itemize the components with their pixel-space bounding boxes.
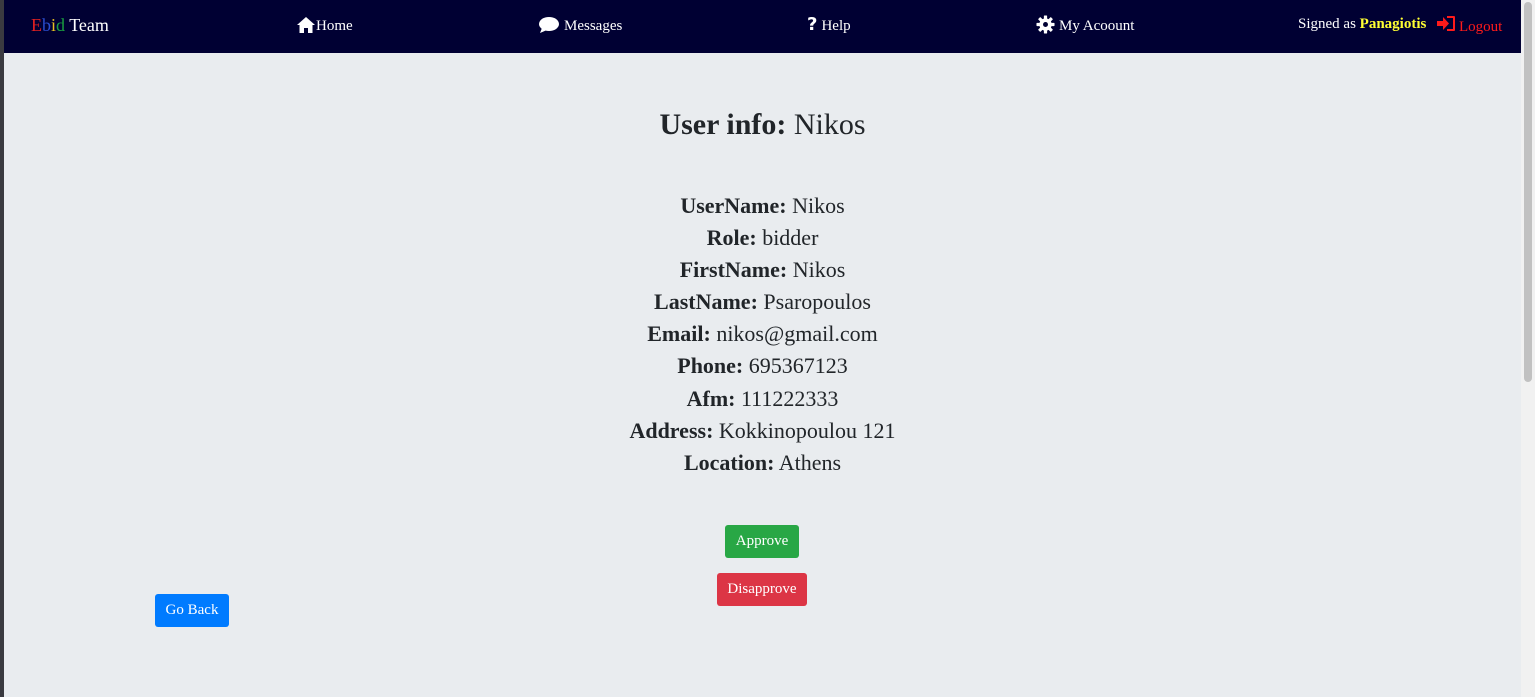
nav-home-label: Home <box>316 18 353 34</box>
nav-my-account-label: My Acoount <box>1059 18 1135 34</box>
info-row-firstname: FirstName: Nikos <box>4 255 1521 287</box>
go-back-button[interactable]: Go Back <box>155 594 229 627</box>
info-row-lastname: LastName: Psaropoulos <box>4 287 1521 319</box>
field-value: 111222333 <box>735 385 839 411</box>
logout-label: Logout <box>1459 19 1503 35</box>
approve-button[interactable]: Approve <box>725 525 799 558</box>
comment-icon <box>538 16 560 34</box>
home-icon <box>296 16 316 34</box>
signed-in-status: Signed as Panagiotis <box>1298 16 1426 33</box>
brand-letter: b <box>42 15 51 35</box>
logout-link[interactable]: Logout <box>1436 15 1502 37</box>
top-navbar: Ebid Team Home Messages ? Help My Acooun… <box>4 0 1521 53</box>
nav-my-account[interactable]: My Acoount <box>1036 14 1134 35</box>
info-row-location: Location: Athens <box>4 448 1521 480</box>
nav-help[interactable]: ? Help <box>807 14 851 35</box>
info-row-role: Role: bidder <box>4 223 1521 255</box>
scrollbar-thumb[interactable] <box>1524 2 1532 382</box>
field-label: Phone: <box>677 353 744 379</box>
sign-in-icon <box>1436 15 1456 37</box>
nav-messages[interactable]: Messages <box>538 14 622 35</box>
field-label: FirstName: <box>679 257 788 283</box>
question-icon: ? <box>807 13 818 35</box>
brand-logo[interactable]: Ebid Team <box>31 15 109 36</box>
signed-prefix: Signed as <box>1298 16 1360 32</box>
field-value: 695367123 <box>743 353 848 379</box>
nav-messages-label: Messages <box>564 18 623 34</box>
nav-home[interactable]: Home <box>296 14 353 35</box>
info-row-phone: Phone: 695367123 <box>4 351 1521 383</box>
field-value: Kokkinopoulou 121 <box>713 417 896 443</box>
info-row-afm: Afm: 111222333 <box>4 384 1521 416</box>
field-label: Location: <box>683 449 775 475</box>
browser-viewport: Ebid Team Home Messages ? Help My Acooun… <box>4 0 1521 697</box>
brand-letter: d <box>56 15 66 35</box>
field-value: nikos@gmail.com <box>710 321 878 347</box>
vertical-scrollbar[interactable] <box>1521 0 1535 697</box>
info-row-email: Email: nikos@gmail.com <box>4 319 1521 351</box>
field-label: Role: <box>706 225 757 251</box>
page-title-value: Nikos <box>786 108 866 141</box>
brand-letter: E <box>31 15 42 35</box>
user-info-list: UserName: Nikos Role: bidder FirstName: … <box>4 191 1521 480</box>
field-label: LastName: <box>654 289 758 315</box>
gear-icon <box>1036 15 1055 34</box>
disapprove-button[interactable]: Disapprove <box>717 573 807 606</box>
field-value: Nikos <box>787 257 846 283</box>
field-label: Address: <box>629 417 714 443</box>
field-label: UserName: <box>680 193 787 218</box>
field-value: bidder <box>756 225 819 251</box>
field-label: Afm: <box>686 385 736 411</box>
field-value: Athens <box>774 449 842 475</box>
field-value: Psaropoulos <box>757 289 871 315</box>
info-row-address: Address: Kokkinopoulou 121 <box>4 416 1521 448</box>
brand-suffix: Team <box>65 15 109 35</box>
signed-user-name: Panagiotis <box>1359 16 1427 32</box>
field-value: Nikos <box>786 193 845 218</box>
page-title-label: User info: <box>659 108 787 141</box>
nav-help-label: Help <box>821 18 851 34</box>
field-label: Email: <box>647 321 711 347</box>
info-row-username: UserName: Nikos <box>4 191 1521 223</box>
page-title: User info: Nikos <box>4 108 1521 142</box>
